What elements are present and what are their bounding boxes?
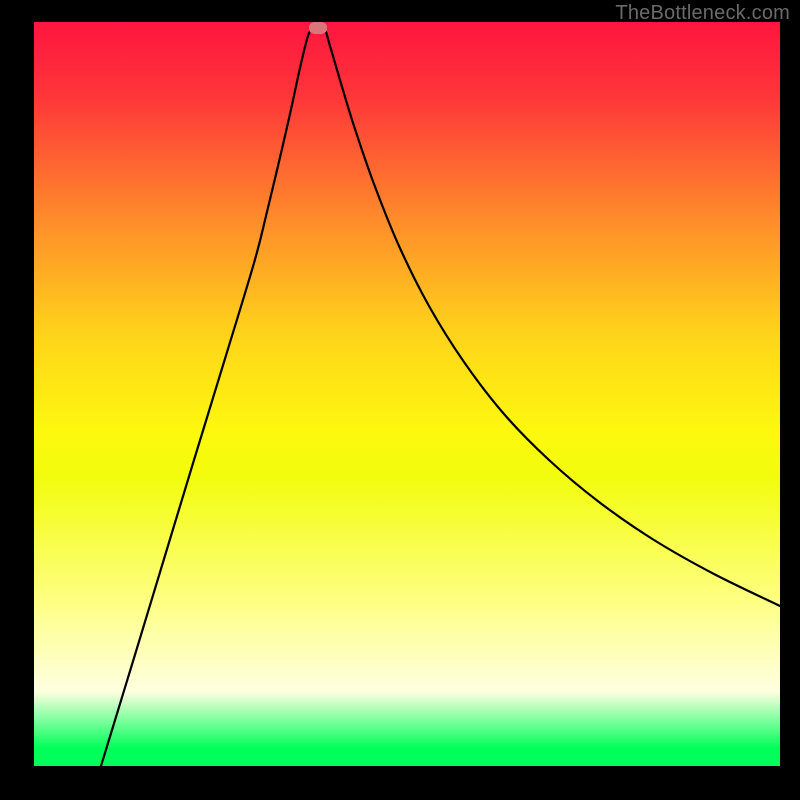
- bottleneck-curve: [34, 22, 780, 766]
- chart-area: [34, 22, 780, 766]
- watermark: TheBottleneck.com: [615, 2, 790, 25]
- highlight-marker: [309, 22, 327, 34]
